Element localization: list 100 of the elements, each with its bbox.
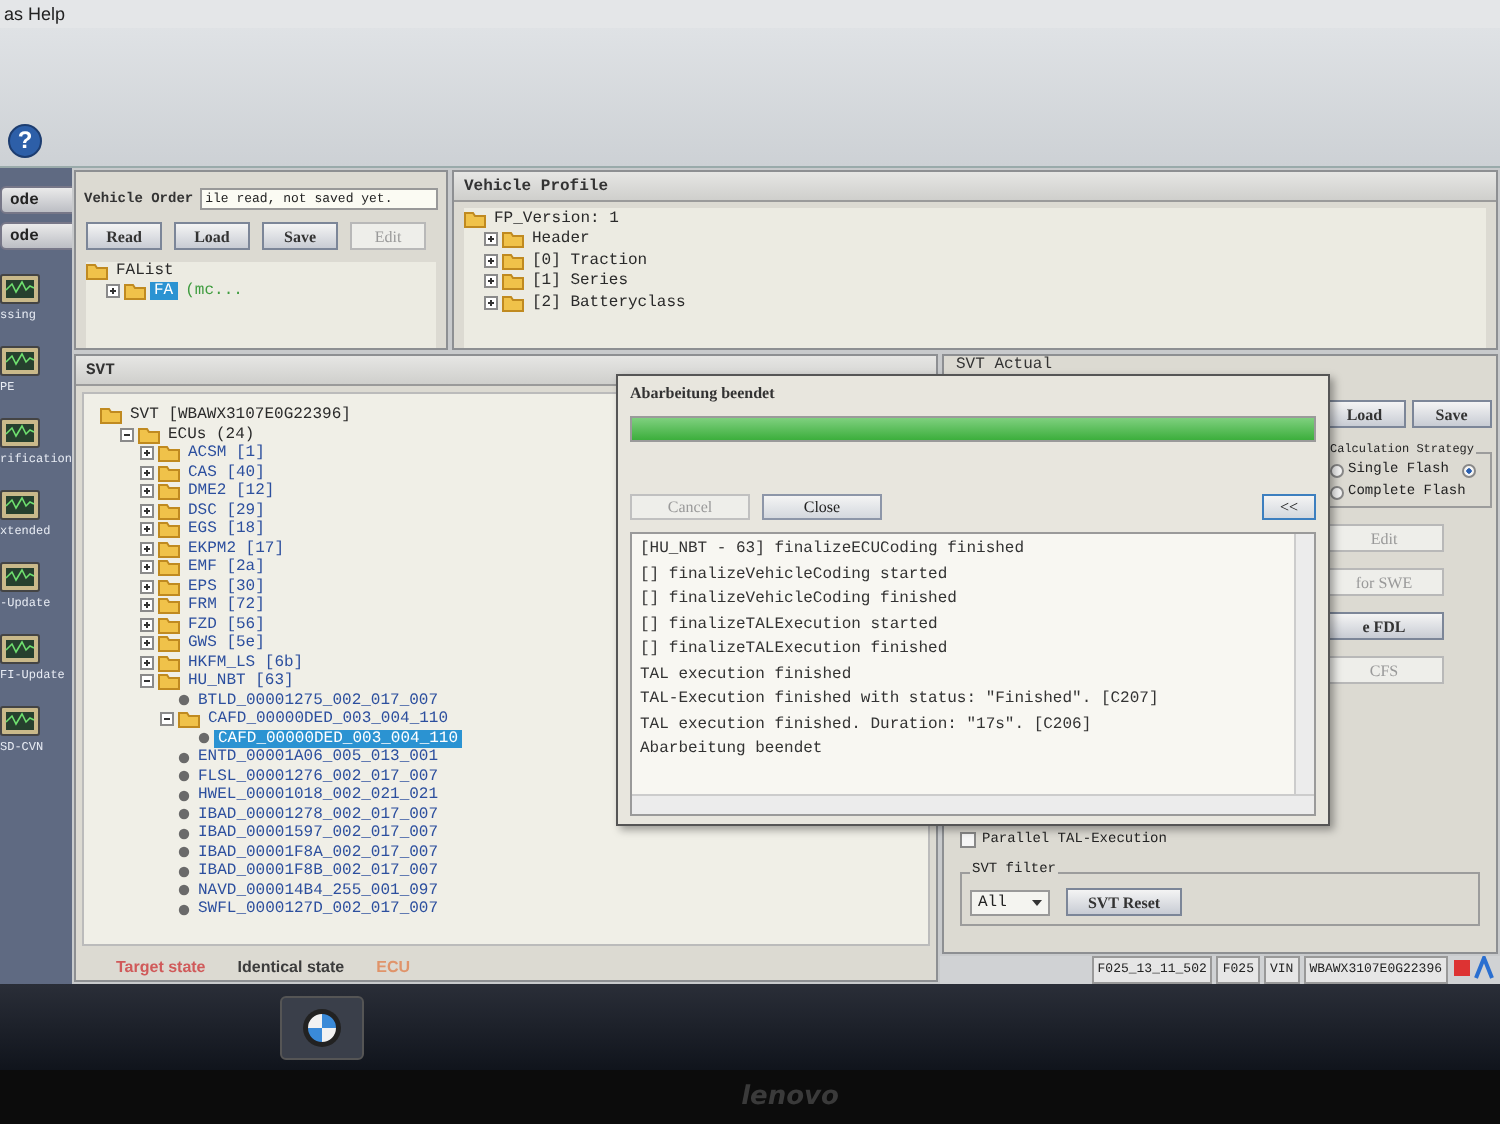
caret-icon [1032, 899, 1042, 905]
action-button[interactable]: e FDL [1324, 612, 1444, 640]
tree-item[interactable]: DSC [29] [184, 501, 269, 520]
collapse-icon[interactable] [160, 712, 174, 727]
folder-icon [158, 577, 180, 596]
svt-button[interactable]: Save [1411, 400, 1492, 428]
expand-icon[interactable] [484, 274, 498, 289]
tree-item[interactable]: FZD [56] [184, 615, 269, 634]
order-button[interactable]: Read [86, 222, 162, 250]
tree-item[interactable]: HKFM_LS [6b] [184, 653, 308, 672]
expand-icon[interactable] [140, 579, 154, 594]
tree-item[interactable]: IBAD_00001F8A_002_017_007 [194, 843, 443, 862]
tree-item[interactable]: NAVD_000014B4_255_001_097 [194, 881, 443, 900]
expand-icon[interactable] [484, 295, 498, 310]
tree-item[interactable]: [1] Series [528, 272, 633, 291]
folder-icon [158, 482, 180, 501]
dot-icon [178, 865, 190, 878]
dot-icon [178, 751, 190, 764]
tree-item[interactable]: FLSL_00001276_002_017_007 [194, 767, 443, 786]
monitor-icon[interactable] [0, 562, 40, 592]
taskbar-button[interactable] [280, 995, 364, 1059]
folder-icon [502, 293, 524, 312]
order-button[interactable]: Save [262, 222, 338, 250]
tree-item[interactable]: DME2 [12] [184, 482, 279, 501]
dot-icon [178, 770, 190, 783]
folder-icon [502, 251, 524, 270]
log-line: [] finalizeTALExecution finished [640, 640, 950, 659]
folder-icon [124, 281, 146, 300]
svt-button[interactable]: Load [1324, 400, 1405, 428]
folder-icon [158, 463, 180, 482]
tree-item[interactable]: FRM [72] [184, 596, 269, 615]
expand-icon[interactable] [140, 541, 154, 556]
monitor-icon[interactable] [0, 274, 40, 304]
tree-item[interactable]: CAS [40] [184, 463, 269, 482]
tree-item[interactable]: [0] Traction [528, 251, 652, 270]
expand-icon[interactable] [140, 522, 154, 537]
folder-icon [464, 209, 486, 228]
expand-icon[interactable] [140, 636, 154, 651]
expand-icon[interactable] [140, 484, 154, 499]
tree-item[interactable]: SWFL_0000127D_002_017_007 [194, 900, 443, 919]
tree-item[interactable]: FP_Version: 1 [490, 209, 623, 228]
tree-item[interactable]: ENTD_00001A06_005_013_001 [194, 748, 443, 767]
tree-item[interactable]: ACSM [1] [184, 444, 269, 463]
tree-item[interactable]: CAFD_00000DED_003_004_110 [204, 710, 453, 729]
expand-icon[interactable] [140, 598, 154, 613]
tree-item[interactable]: IBAD_00001597_002_017_007 [194, 824, 443, 843]
dot-icon [178, 827, 190, 840]
collapse-icon[interactable] [140, 674, 154, 689]
tree-note: (mc... [185, 281, 243, 300]
tree-item[interactable]: EGS [18] [184, 520, 269, 539]
panel-title: SVT Actual [954, 356, 1055, 378]
legend-label: ECU [376, 958, 411, 976]
tree-item[interactable]: EKPM2 [17] [184, 539, 289, 558]
radio-button[interactable] [1330, 463, 1344, 477]
help-button[interactable]: ? [8, 124, 42, 158]
tree-item[interactable]: [2] Batteryclass [528, 293, 690, 312]
folder-icon [158, 444, 180, 463]
tree-item[interactable]: HU_NBT [63] [184, 672, 298, 691]
panel-title: SVT [86, 361, 115, 379]
expand-icon[interactable] [140, 503, 154, 518]
reset-button[interactable]: SVT Reset [1066, 888, 1182, 916]
radio-button[interactable] [1330, 485, 1344, 499]
expand-icon[interactable] [140, 655, 154, 670]
sidebar-button[interactable]: ode [0, 186, 72, 214]
expand-icon[interactable] [140, 617, 154, 632]
tree-item[interactable]: HWEL_00001018_002_021_021 [194, 786, 443, 805]
tree-item[interactable]: ECUs (24) [164, 425, 259, 444]
dot-icon [178, 846, 190, 859]
legend-label: Identical state [237, 958, 345, 976]
filter-dropdown[interactable]: All [970, 889, 1050, 915]
monitor-icon[interactable] [0, 634, 40, 664]
tree-item[interactable]: BTLD_00001275_002_017_007 [194, 691, 443, 710]
radio-button[interactable] [1462, 463, 1476, 477]
tree-item[interactable]: FAList [112, 262, 178, 281]
close-button[interactable]: Close [762, 494, 882, 520]
expand-icon[interactable] [140, 446, 154, 461]
expand-icon[interactable] [106, 283, 120, 298]
checkbox[interactable] [960, 832, 976, 848]
expand-icon[interactable] [140, 465, 154, 480]
tree-item[interactable]: IBAD_00001278_002_017_007 [194, 805, 443, 824]
order-button[interactable]: Load [174, 222, 250, 250]
tree-item[interactable]: EMF [2a] [184, 558, 269, 577]
collapse-button[interactable]: << [1262, 494, 1316, 520]
expand-icon[interactable] [484, 253, 498, 268]
monitor-icon[interactable] [0, 346, 40, 376]
tree-item[interactable]: IBAD_00001F8B_002_017_007 [194, 862, 443, 881]
dot-icon [178, 884, 190, 897]
tree-item[interactable]: EPS [30] [184, 577, 269, 596]
monitor-icon[interactable] [0, 418, 40, 448]
collapse-icon[interactable] [120, 427, 134, 442]
folder-icon [158, 634, 180, 653]
monitor-icon[interactable] [0, 490, 40, 520]
monitor-icon[interactable] [0, 706, 40, 736]
tree-item[interactable]: GWS [5e] [184, 634, 269, 653]
expand-icon[interactable] [484, 232, 498, 247]
expand-icon[interactable] [140, 560, 154, 575]
tree-item[interactable]: Header [528, 230, 594, 249]
sidebar-button[interactable]: ode [0, 222, 72, 250]
tree-item[interactable]: SVT [WBAWX3107E0G22396] [126, 406, 355, 425]
folder-icon [158, 520, 180, 539]
